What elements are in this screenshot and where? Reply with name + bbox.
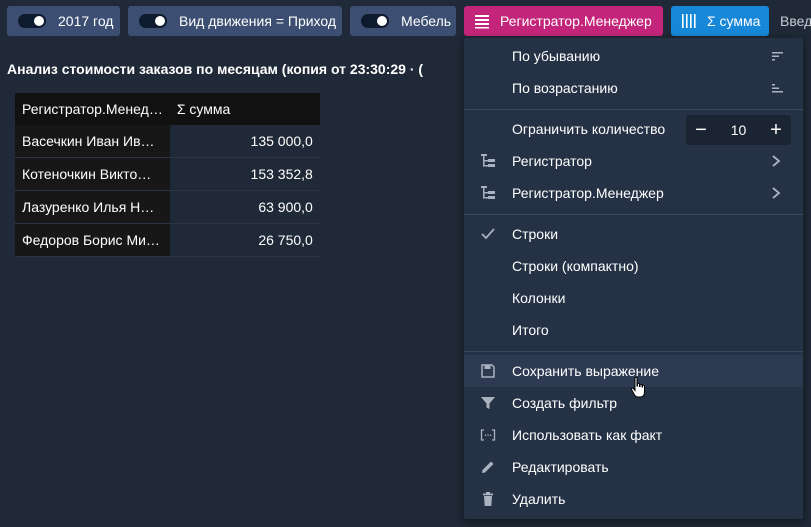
menu-item-label: Регистратор.Менеджер xyxy=(512,185,664,201)
dimension-chip-label: Регистратор.Менеджер xyxy=(500,13,652,29)
bracket-dots-icon xyxy=(480,429,496,441)
column-header-sum[interactable]: Σ сумма xyxy=(169,93,320,125)
table-row[interactable]: Котеночкин Викто… 153 352,8 xyxy=(15,157,320,191)
intro-text[interactable]: Введ xyxy=(780,13,811,29)
hierarchy-icon xyxy=(481,186,495,199)
sort-desc-icon xyxy=(772,52,783,61)
menu-item-use-as-fact[interactable]: Использовать как факт xyxy=(464,419,803,451)
cell-sum: 153 352,8 xyxy=(169,157,320,191)
save-icon xyxy=(481,364,495,378)
chevron-right-icon xyxy=(772,155,781,167)
report-title: Анализ стоимости заказов по месяцам (коп… xyxy=(7,61,424,77)
chevron-right-icon xyxy=(772,187,781,199)
cell-manager: Федоров Борис Ми… xyxy=(15,223,170,257)
menu-item-label: Создать фильтр xyxy=(512,395,617,411)
cell-sum: 135 000,0 xyxy=(169,125,320,158)
list-icon xyxy=(475,15,489,29)
table-header-row: Регистратор.Менед… Σ сумма xyxy=(15,93,320,125)
cell-manager: Лазуренко Илья Н… xyxy=(15,190,170,224)
dimension-chip-manager[interactable]: Регистратор.Менеджер xyxy=(464,6,663,36)
limit-value[interactable]: 10 xyxy=(716,122,761,138)
filter-chip-label: Мебель xyxy=(401,13,452,29)
table-row[interactable]: Васечкин Иван Ив… 135 000,0 xyxy=(15,125,320,158)
menu-divider xyxy=(464,109,803,110)
filter-chip-label: 2017 год xyxy=(58,13,114,29)
sort-asc-icon xyxy=(772,84,783,93)
data-table: Регистратор.Менед… Σ сумма Васечкин Иван… xyxy=(15,93,320,257)
menu-item-view-columns[interactable]: Колонки xyxy=(464,282,803,314)
menu-item-label: Регистратор xyxy=(512,153,592,169)
column-header-manager[interactable]: Регистратор.Менед… xyxy=(15,93,170,125)
filter-chip-furniture[interactable]: Мебель xyxy=(350,6,456,36)
filter-chip-label: Вид движения = Приход xyxy=(179,13,337,29)
menu-divider xyxy=(464,351,803,352)
menu-item-view-rows-compact[interactable]: Строки (компактно) xyxy=(464,250,803,282)
menu-item-view-totals[interactable]: Итого xyxy=(464,314,803,346)
hierarchy-icon xyxy=(481,154,495,167)
pencil-icon xyxy=(482,461,494,473)
table-row[interactable]: Лазуренко Илья Н… 63 900,0 xyxy=(15,190,320,224)
menu-item-label: Ограничить количество xyxy=(512,121,666,137)
filter-chip-year[interactable]: 2017 год xyxy=(7,6,120,36)
menu-item-label: Использовать как факт xyxy=(512,427,663,443)
columns-icon xyxy=(682,14,696,28)
menu-item-label: Строки xyxy=(512,226,559,242)
menu-item-label: По убыванию xyxy=(512,48,601,64)
menu-item-label: Итого xyxy=(512,322,549,338)
limit-stepper[interactable]: − 10 + xyxy=(686,115,791,145)
menu-item-label: Колонки xyxy=(512,290,566,306)
menu-divider xyxy=(464,214,803,215)
menu-item-edit[interactable]: Редактировать xyxy=(464,451,803,483)
menu-item-label: Редактировать xyxy=(512,459,609,475)
menu-item-limit: Ограничить количество − 10 + xyxy=(464,113,803,145)
menu-item-group-registrator[interactable]: Регистратор xyxy=(464,145,803,177)
cell-manager: Котеночкин Викто… xyxy=(15,157,170,191)
context-menu: По убыванию По возрастанию Ограничить ко… xyxy=(464,38,803,519)
filter-icon xyxy=(481,397,495,409)
menu-item-group-manager[interactable]: Регистратор.Менеджер xyxy=(464,177,803,209)
toggle-switch[interactable] xyxy=(361,14,389,28)
toggle-switch[interactable] xyxy=(18,14,46,28)
cell-sum: 26 750,0 xyxy=(169,223,320,257)
hand-cursor-icon xyxy=(630,376,645,398)
top-filter-bar: 2017 год Вид движения = Приход Мебель Ре… xyxy=(0,0,811,42)
menu-item-label: По возрастанию xyxy=(512,80,618,96)
menu-item-sort-asc[interactable]: По возрастанию xyxy=(464,72,803,104)
check-icon xyxy=(481,228,495,240)
measure-chip-label: Σ сумма xyxy=(707,13,761,29)
trash-icon xyxy=(483,492,493,506)
increment-button[interactable]: + xyxy=(761,115,791,145)
measure-chip-sum[interactable]: Σ сумма xyxy=(671,6,769,36)
menu-item-delete[interactable]: Удалить xyxy=(464,483,803,515)
decrement-button[interactable]: − xyxy=(686,115,716,145)
filter-chip-movement[interactable]: Вид движения = Приход xyxy=(128,6,342,36)
toggle-switch[interactable] xyxy=(139,14,167,28)
cell-manager: Васечкин Иван Ив… xyxy=(15,125,170,158)
menu-item-view-rows[interactable]: Строки xyxy=(464,218,803,250)
menu-item-label: Строки (компактно) xyxy=(512,258,639,274)
cell-sum: 63 900,0 xyxy=(169,190,320,224)
table-row[interactable]: Федоров Борис Ми… 26 750,0 xyxy=(15,223,320,257)
menu-item-label: Удалить xyxy=(512,491,566,507)
menu-item-sort-desc[interactable]: По убыванию xyxy=(464,40,803,72)
